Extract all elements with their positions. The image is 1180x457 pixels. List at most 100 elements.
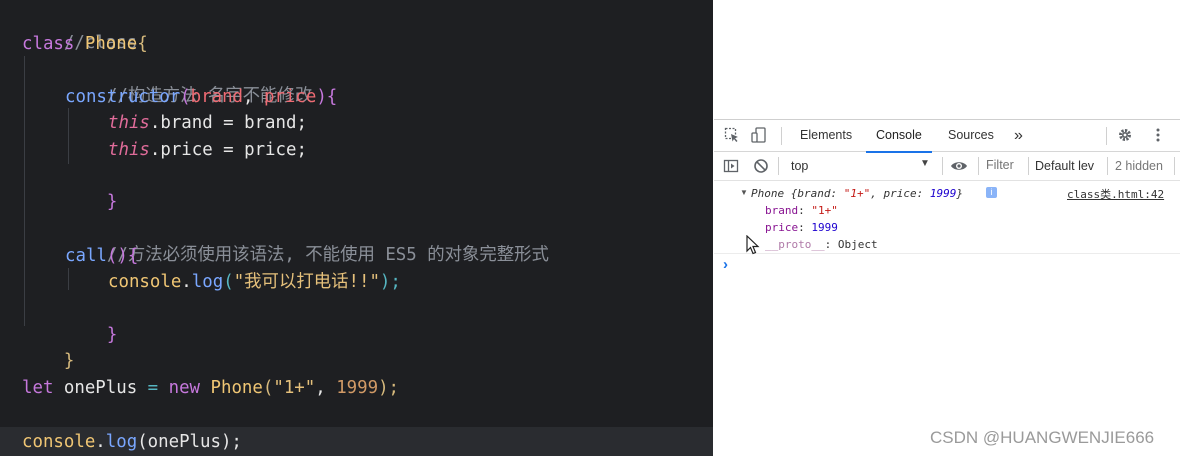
more-tabs-button[interactable]: » (1014, 120, 1023, 151)
source-link[interactable]: class类.html:42 (1067, 186, 1164, 202)
string: "1+" (273, 378, 316, 398)
code-line-3: //构造方法 名字不能修改 (65, 57, 312, 106)
console-filter-input[interactable] (986, 157, 1024, 173)
toolbar-divider (1107, 157, 1108, 175)
info-badge-icon[interactable]: i (986, 187, 997, 198)
brace: { (137, 34, 148, 54)
function-name: log (105, 432, 138, 452)
function-name: log (191, 272, 224, 292)
mouse-cursor-icon (746, 234, 760, 258)
toolbar-divider (1028, 157, 1029, 175)
watermark: CSDN @HUANGWENJIE666 (930, 428, 1155, 447)
param: brand (190, 87, 244, 107)
statement: .price = price; (149, 140, 307, 160)
code-line-2: class Phone{ (22, 31, 148, 57)
toolbar-divider (1174, 157, 1175, 175)
paren: ); (378, 378, 400, 398)
property-value: "1+" (811, 204, 838, 217)
property-price: price: 1999 (765, 221, 838, 234)
this-keyword: this (108, 140, 150, 160)
summary-prefix: Phone {brand: (751, 187, 844, 200)
hidden-messages-count[interactable]: 2 hidden (1115, 159, 1163, 173)
expand-triangle-icon[interactable]: ▼ (740, 188, 748, 197)
keyword: new (158, 378, 211, 398)
this-keyword: this (108, 113, 150, 133)
property-value: 1999 (811, 221, 838, 234)
class-name: Phone (210, 378, 263, 398)
keyword: class (22, 34, 75, 54)
clear-console-icon[interactable] (753, 158, 769, 174)
device-toolbar-icon[interactable] (751, 127, 767, 143)
string: "我可以打电话!!" (233, 272, 380, 292)
paren: ( (223, 272, 234, 292)
class-name: Phone (84, 34, 138, 54)
more-options-icon[interactable] (1150, 127, 1166, 143)
property-key: brand (765, 204, 799, 217)
colon: : (798, 204, 812, 217)
property-key: __proto__ (765, 238, 825, 251)
indent-guide (24, 56, 25, 326)
paren: ( (262, 378, 274, 398)
keyword: let (22, 378, 54, 398)
operator: = (147, 378, 159, 398)
toolbar-divider (781, 127, 782, 145)
console-output: ▼ Phone {brand: "1+", price: 1999} i cla… (714, 181, 1180, 457)
comment: //方法必须使用该语法, 不能使用 ES5 的对象完整形式 (106, 245, 549, 265)
code-line-13: } (22, 322, 74, 371)
paren: ); (379, 272, 401, 292)
brace: } (63, 351, 75, 371)
toolbar-divider (978, 157, 979, 175)
property-proto[interactable]: __proto__: Object (765, 238, 878, 251)
code-editor[interactable]: //class class Phone{ //构造方法 名字不能修改 const… (0, 0, 713, 456)
statement: .brand = brand; (149, 113, 307, 133)
paren: (){ (106, 246, 139, 266)
tab-elements[interactable]: Elements (800, 120, 852, 151)
object-name: console (108, 272, 182, 292)
live-expression-eye-icon[interactable] (950, 158, 967, 174)
dropdown-arrow-icon: ▼ (920, 158, 930, 169)
inspect-element-icon[interactable] (724, 127, 740, 143)
console-prompt-icon[interactable]: › (723, 256, 728, 273)
summary-brand-value: "1+" (843, 187, 871, 200)
console-log-entry[interactable]: ▼ Phone {brand: "1+", price: 1999} i cla… (714, 183, 1180, 255)
function-name: call (65, 246, 107, 266)
code-line-10: call(){ (65, 243, 138, 269)
toolbar-divider (778, 157, 779, 175)
log-levels-dropdown[interactable]: Default lev (1035, 159, 1094, 173)
console-input[interactable] (740, 257, 1170, 273)
code-line-15: let onePlus = new Phone("1+", 1999); (22, 375, 399, 401)
brace: } (106, 325, 118, 345)
tab-sources[interactable]: Sources (948, 120, 994, 151)
function-name: constructor (65, 87, 181, 107)
sidebar-toggle-icon[interactable] (723, 158, 739, 174)
settings-gear-icon[interactable] (1117, 127, 1133, 143)
variable: onePlus (53, 378, 148, 398)
colon: : (798, 221, 812, 234)
code-line-5: this.brand = brand; (108, 110, 307, 136)
tab-console[interactable]: Console (866, 120, 932, 153)
separator: , (315, 378, 337, 398)
object-summary[interactable]: Phone {brand: "1+", price: 1999} (751, 187, 963, 200)
console-filterbar: top ▼ Default lev 2 hidden (714, 152, 1180, 181)
code-line-11: console.log("我可以打电话!!"); (108, 269, 401, 295)
code-line-1: //class (22, 4, 137, 53)
context-selector-value: top (791, 159, 809, 173)
property-value: : Object (824, 238, 878, 251)
context-selector[interactable]: top ▼ (782, 152, 936, 180)
brace: } (106, 192, 118, 212)
devtools-tabbar: Elements Console Sources » (714, 120, 1180, 153)
code-line-17: console.log(onePlus); (22, 429, 242, 455)
paren: ){ (316, 87, 338, 107)
dot: . (95, 432, 106, 452)
separator: , (243, 87, 264, 107)
object-name: console (22, 432, 96, 452)
toolbar-divider (942, 157, 943, 175)
devtools-panel: Elements Console Sources » top ▼ Default (714, 119, 1180, 457)
code-line-9: //方法必须使用该语法, 不能使用 ES5 的对象完整形式 (65, 216, 549, 265)
code-line-6: this.price = price; (108, 137, 307, 163)
code-line-4: constructor(brand, price){ (65, 84, 337, 110)
summary-mid: , price: (870, 187, 930, 200)
code-line-7: } (65, 163, 117, 212)
call-args: (onePlus); (137, 432, 242, 452)
toolbar-divider (1106, 127, 1107, 145)
